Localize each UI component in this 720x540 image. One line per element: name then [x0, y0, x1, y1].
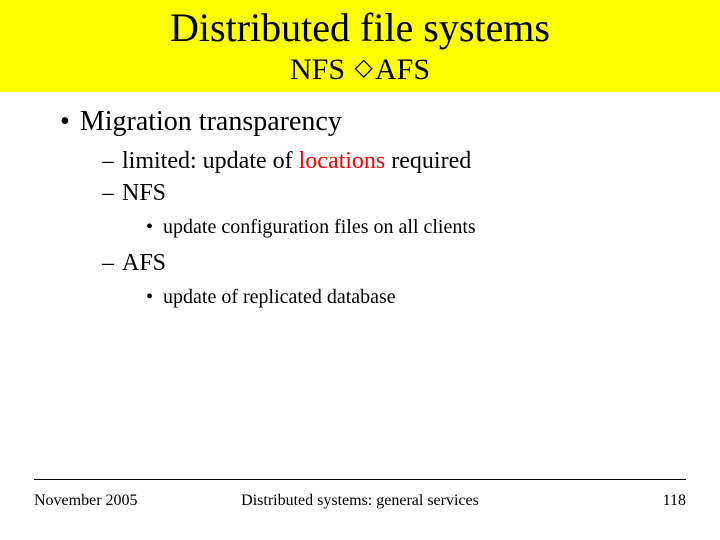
lvl2-text: NFS: [122, 178, 166, 208]
slide-title: Distributed file systems: [0, 6, 720, 50]
subtitle-right: AFS: [375, 53, 430, 86]
title-band: Distributed file systems NFS ◇AFS: [0, 0, 720, 92]
footer-course: Distributed systems: general services: [34, 492, 686, 510]
lvl2-text: AFS: [122, 248, 166, 278]
dash-icon: –: [102, 178, 114, 208]
diamond-icon: ◇: [353, 55, 375, 81]
lvl2a-suffix: required: [385, 148, 471, 174]
bullet-dot-icon: •: [146, 284, 153, 310]
bullet-lvl3: • update of replicated database: [146, 284, 660, 310]
lvl2a-red: locations: [299, 148, 386, 174]
bullet-lvl3: • update configuration files on all clie…: [146, 214, 660, 240]
slide-body: • Migration transparency – limited: upda…: [0, 92, 720, 310]
subtitle-left: NFS: [290, 53, 353, 86]
lvl1-text: Migration transparency: [80, 106, 342, 138]
slide-footer: November 2005 Distributed systems: gener…: [34, 492, 686, 510]
bullet-lvl2: – NFS: [102, 178, 660, 208]
lvl3-text: update configuration files on all client…: [163, 214, 476, 240]
bullet-dot-icon: •: [60, 106, 70, 138]
bullet-lvl1: • Migration transparency: [60, 106, 660, 138]
slide-subtitle: NFS ◇AFS: [0, 52, 720, 88]
lvl2-text: limited: update of locations required: [122, 146, 471, 176]
dash-icon: –: [102, 248, 114, 278]
bullet-dot-icon: •: [146, 214, 153, 240]
lvl3-text: update of replicated database: [163, 284, 396, 310]
bullet-lvl2: – AFS: [102, 248, 660, 278]
lvl2a-prefix: limited: update of: [122, 148, 299, 174]
dash-icon: –: [102, 146, 114, 176]
footer-divider: [34, 479, 686, 480]
bullet-lvl2: – limited: update of locations required: [102, 146, 660, 176]
